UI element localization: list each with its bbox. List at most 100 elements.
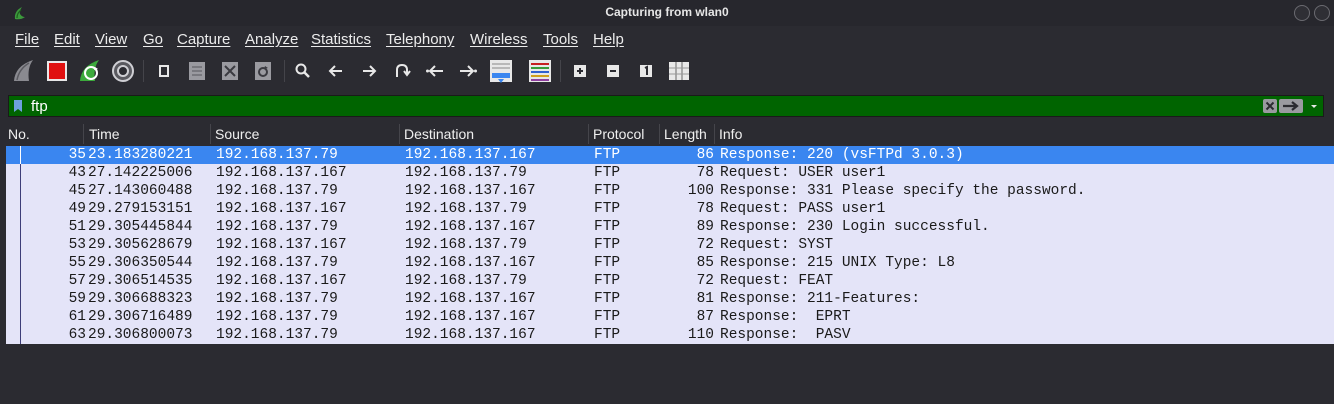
packet-row[interactable]: 61 29.306716489 192.168.137.79 192.168.1… — [6, 308, 1334, 326]
packet-time: 29.306716489 — [88, 309, 193, 325]
packet-row[interactable]: 35 23.183280221 192.168.137.79 192.168.1… — [6, 146, 1334, 164]
column-divider[interactable] — [210, 124, 211, 144]
packet-time: 29.306350544 — [88, 255, 193, 271]
capture-options-icon[interactable] — [109, 57, 137, 85]
column-divider[interactable] — [399, 124, 400, 144]
packet-destination: 192.168.137.79 — [405, 237, 527, 253]
packet-info: Request: PASS user1 — [720, 201, 886, 217]
menu-statistics[interactable]: Statistics — [311, 31, 371, 48]
normal-size-icon[interactable] — [632, 57, 660, 85]
packet-info: Request: SYST — [720, 237, 834, 253]
packet-destination: 192.168.137.167 — [405, 291, 536, 307]
packet-source: 192.168.137.79 — [216, 327, 338, 343]
packet-protocol: FTP — [594, 201, 621, 217]
go-back-icon[interactable] — [322, 57, 350, 85]
packet-length: 110 — [687, 327, 714, 343]
packet-row[interactable]: 53 29.305628679 192.168.137.167 192.168.… — [6, 236, 1334, 254]
menu-view[interactable]: View — [95, 31, 127, 48]
packet-source: 192.168.137.79 — [216, 147, 338, 163]
menu-analyze[interactable]: Analyze — [245, 31, 298, 48]
go-to-packet-icon[interactable] — [388, 57, 416, 85]
display-filter-input[interactable] — [31, 97, 1231, 115]
column-header-destination[interactable]: Destination — [404, 126, 474, 142]
go-forward-icon[interactable] — [355, 57, 383, 85]
find-packet-icon[interactable] — [289, 57, 317, 85]
toolbar-separator — [560, 60, 561, 82]
menu-help[interactable]: Help — [593, 31, 624, 48]
packet-info: Response: EPRT — [720, 309, 851, 325]
column-header-length[interactable]: Length — [664, 126, 707, 142]
menu-capture[interactable]: Capture — [177, 31, 230, 48]
menu-file[interactable]: File — [15, 31, 39, 48]
column-divider[interactable] — [659, 124, 660, 144]
minimize-button[interactable] — [1294, 5, 1310, 21]
packet-info: Response: 211-Features: — [720, 291, 921, 307]
reload-file-icon[interactable] — [249, 57, 277, 85]
zoom-in-icon[interactable] — [566, 57, 594, 85]
stop-capture-icon[interactable] — [43, 57, 71, 85]
main-toolbar — [0, 52, 1334, 90]
packet-list-header: No. Time Source Destination Protocol Len… — [0, 124, 1334, 144]
column-header-info[interactable]: Info — [719, 126, 742, 142]
close-window-button[interactable] — [1314, 5, 1330, 21]
packet-no: 53 — [68, 237, 86, 253]
column-divider[interactable] — [588, 124, 589, 144]
close-file-icon[interactable] — [216, 57, 244, 85]
filter-bookmark-icon[interactable] — [13, 99, 23, 113]
packet-protocol: FTP — [594, 309, 621, 325]
packet-info: Response: 220 (vsFTPd 3.0.3) — [720, 147, 964, 163]
packet-no: 57 — [68, 273, 86, 289]
toolbar-separator — [143, 60, 144, 82]
autoscroll-icon[interactable] — [487, 57, 515, 85]
menu-wireless[interactable]: Wireless — [470, 31, 528, 48]
open-file-icon[interactable] — [150, 57, 178, 85]
filter-dropdown-icon[interactable] — [1309, 99, 1319, 113]
packet-row[interactable]: 57 29.306514535 192.168.137.167 192.168.… — [6, 272, 1334, 290]
apply-filter-icon[interactable] — [1279, 99, 1303, 113]
restart-capture-icon[interactable] — [76, 57, 104, 85]
column-divider[interactable] — [83, 124, 84, 144]
resize-columns-icon[interactable] — [665, 57, 693, 85]
menu-telephony[interactable]: Telephony — [386, 31, 454, 48]
packet-row[interactable]: 55 29.306350544 192.168.137.79 192.168.1… — [6, 254, 1334, 272]
first-packet-icon[interactable] — [421, 57, 449, 85]
packet-source: 192.168.137.79 — [216, 291, 338, 307]
packet-row[interactable]: 51 29.305445844 192.168.137.79 192.168.1… — [6, 218, 1334, 236]
clear-filter-icon[interactable] — [1263, 99, 1277, 113]
packet-no: 55 — [68, 255, 86, 271]
packet-source: 192.168.137.167 — [216, 237, 347, 253]
column-header-no[interactable]: No. — [8, 126, 30, 142]
column-divider[interactable] — [714, 124, 715, 144]
packet-row[interactable]: 43 27.142225006 192.168.137.167 192.168.… — [6, 164, 1334, 182]
menu-edit[interactable]: Edit — [54, 31, 80, 48]
menu-go[interactable]: Go — [143, 31, 163, 48]
zoom-out-icon[interactable] — [599, 57, 627, 85]
packet-time: 29.279153151 — [88, 201, 193, 217]
packet-length: 78 — [696, 165, 714, 181]
column-header-time[interactable]: Time — [89, 126, 120, 142]
start-capture-icon[interactable] — [10, 57, 38, 85]
packet-info: Response: PASV — [720, 327, 851, 343]
save-file-icon[interactable] — [183, 57, 211, 85]
packet-list-empty-area — [0, 344, 1334, 404]
packet-protocol: FTP — [594, 237, 621, 253]
packet-source: 192.168.137.167 — [216, 273, 347, 289]
window-title: Capturing from wlan0 — [605, 5, 729, 19]
colorize-icon[interactable] — [526, 57, 554, 85]
column-header-protocol[interactable]: Protocol — [593, 126, 644, 142]
title-bar: Capturing from wlan0 — [0, 0, 1334, 26]
packet-length: 87 — [696, 309, 714, 325]
packet-protocol: FTP — [594, 273, 621, 289]
packet-time: 29.305628679 — [88, 237, 193, 253]
packet-row[interactable]: 63 29.306800073 192.168.137.79 192.168.1… — [6, 326, 1334, 344]
menu-tools[interactable]: Tools — [543, 31, 578, 48]
packet-row[interactable]: 49 29.279153151 192.168.137.167 192.168.… — [6, 200, 1334, 218]
last-packet-icon[interactable] — [454, 57, 482, 85]
packet-row[interactable]: 45 27.143060488 192.168.137.79 192.168.1… — [6, 182, 1334, 200]
packet-protocol: FTP — [594, 165, 621, 181]
packet-source: 192.168.137.79 — [216, 183, 338, 199]
packet-row[interactable]: 59 29.306688323 192.168.137.79 192.168.1… — [6, 290, 1334, 308]
column-header-source[interactable]: Source — [215, 126, 259, 142]
packet-protocol: FTP — [594, 183, 621, 199]
packet-destination: 192.168.137.167 — [405, 219, 536, 235]
